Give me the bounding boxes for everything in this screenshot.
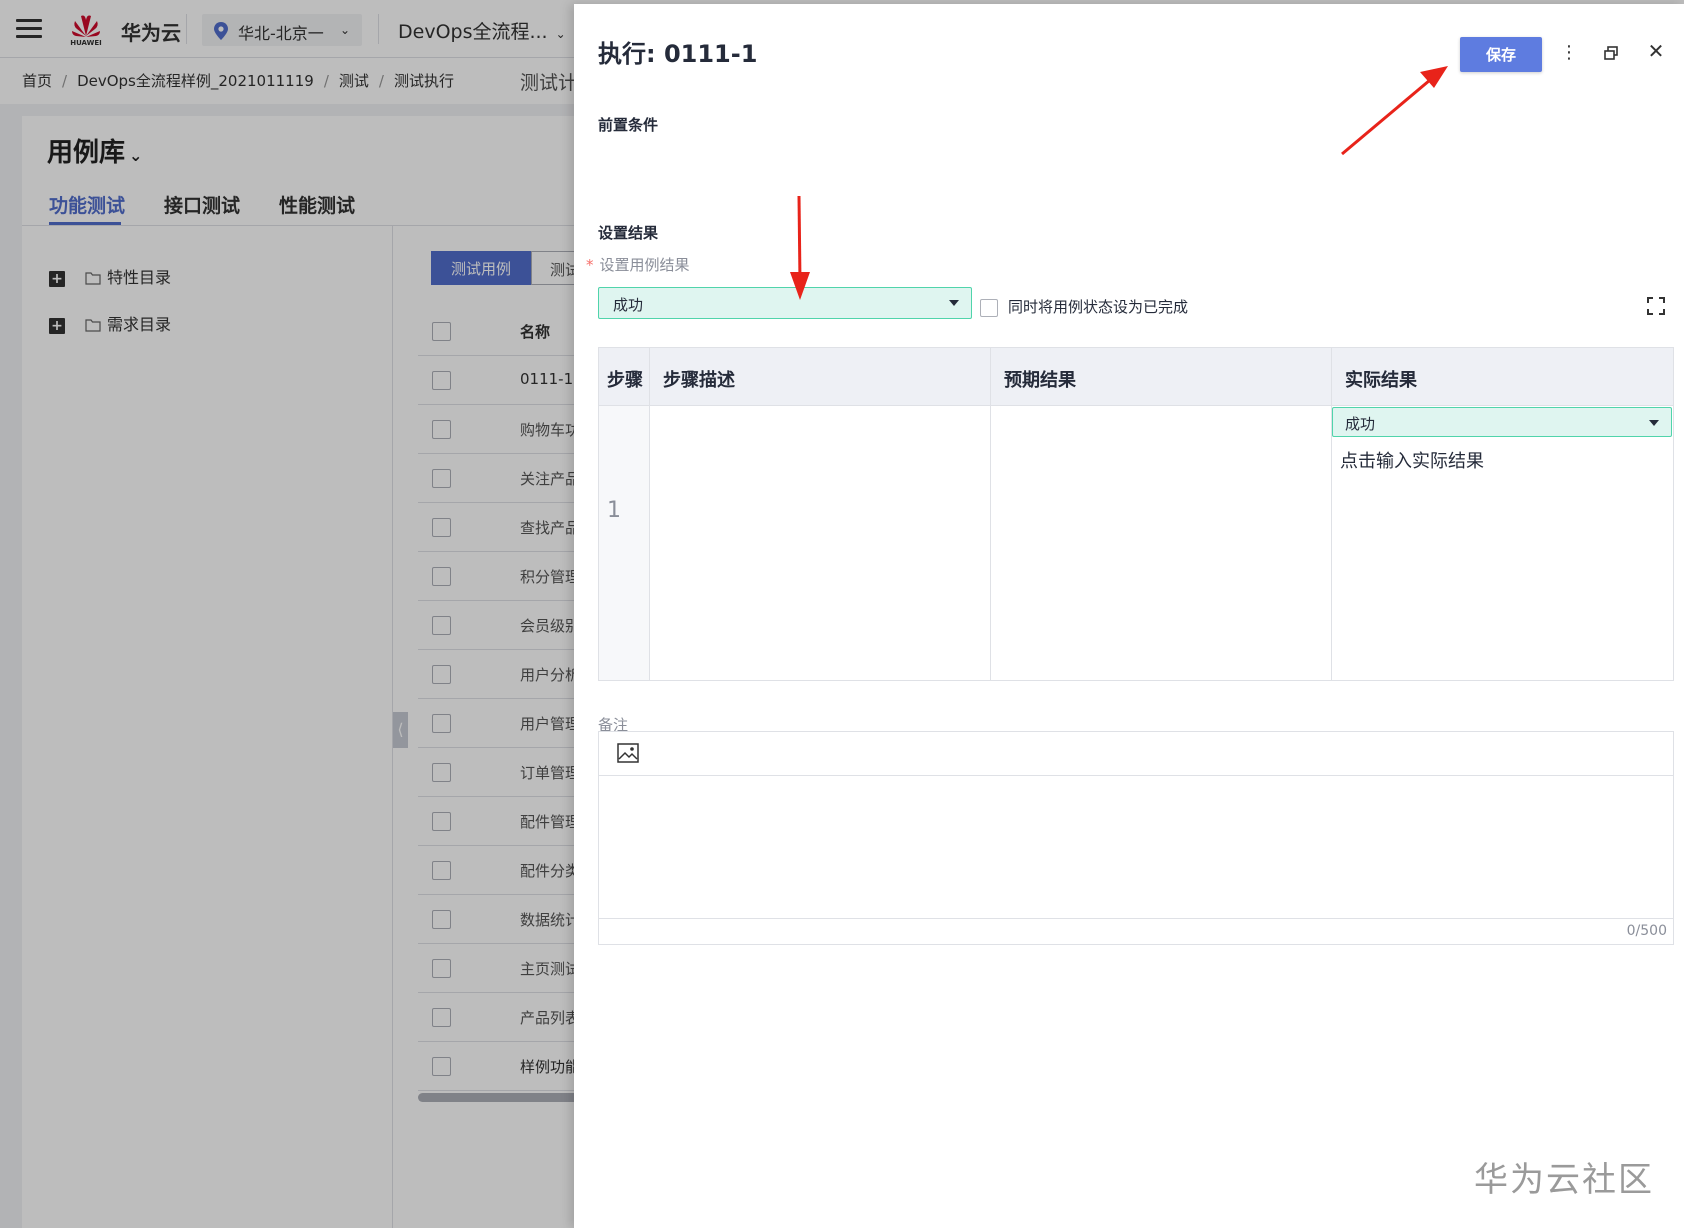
- execution-drawer: 执行: 0111-1 保存 ⋮ ✕ 前置条件 设置结果 * 设置用例结果 成功 同…: [574, 4, 1684, 1228]
- checkbox-box[interactable]: [980, 298, 998, 317]
- case-result-label-text: 设置用例结果: [599, 256, 690, 274]
- insert-image-icon[interactable]: [617, 743, 639, 763]
- caret-down-icon: [1649, 420, 1659, 426]
- step-description-cell[interactable]: [651, 408, 989, 678]
- case-result-value: 成功: [613, 296, 644, 314]
- fullscreen-icon[interactable]: [1646, 296, 1666, 316]
- drawer-title: 执行: 0111-1: [598, 40, 758, 68]
- actual-result-status-select[interactable]: 成功: [1332, 407, 1672, 437]
- column-divider: [990, 348, 991, 680]
- column-divider: [649, 348, 650, 680]
- case-result-select[interactable]: 成功: [598, 287, 972, 319]
- column-header-actual: 实际结果: [1345, 370, 1417, 391]
- actual-result-status-value: 成功: [1345, 415, 1376, 433]
- case-result-label: * 设置用例结果: [586, 254, 690, 275]
- precondition-label: 前置条件: [598, 116, 659, 134]
- set-result-label: 设置结果: [598, 224, 659, 242]
- remark-textarea[interactable]: [599, 777, 1673, 917]
- column-divider: [1331, 348, 1332, 680]
- column-header-step: 步骤: [607, 370, 643, 391]
- caret-down-icon: [949, 300, 959, 306]
- more-vertical-icon[interactable]: ⋮: [1559, 42, 1579, 63]
- watermark: 华为云社区: [1474, 1160, 1654, 1200]
- required-marker: *: [586, 256, 594, 274]
- step-index-column: [599, 406, 649, 680]
- column-header-expected: 预期结果: [1004, 370, 1076, 391]
- save-button[interactable]: 保存: [1460, 37, 1542, 72]
- editor-toolbar: [599, 732, 1673, 776]
- mark-complete-checkbox[interactable]: 同时将用例状态设为已完成: [980, 296, 1188, 317]
- window-restore-icon[interactable]: [1604, 46, 1618, 60]
- steps-table-header: [599, 348, 1673, 406]
- close-icon[interactable]: ✕: [1646, 39, 1666, 63]
- step-index: 1: [607, 498, 621, 523]
- char-counter: 0/500: [1626, 923, 1667, 939]
- step-expected-cell[interactable]: [992, 408, 1330, 678]
- editor-footer: 0/500: [599, 918, 1673, 944]
- remark-editor[interactable]: 0/500: [598, 731, 1674, 945]
- column-header-description: 步骤描述: [663, 370, 735, 391]
- mark-complete-label: 同时将用例状态设为已完成: [1008, 298, 1189, 316]
- steps-table: 步骤 步骤描述 预期结果 实际结果 1: [598, 347, 1674, 681]
- actual-result-input[interactable]: 点击输入实际结果: [1340, 447, 1484, 473]
